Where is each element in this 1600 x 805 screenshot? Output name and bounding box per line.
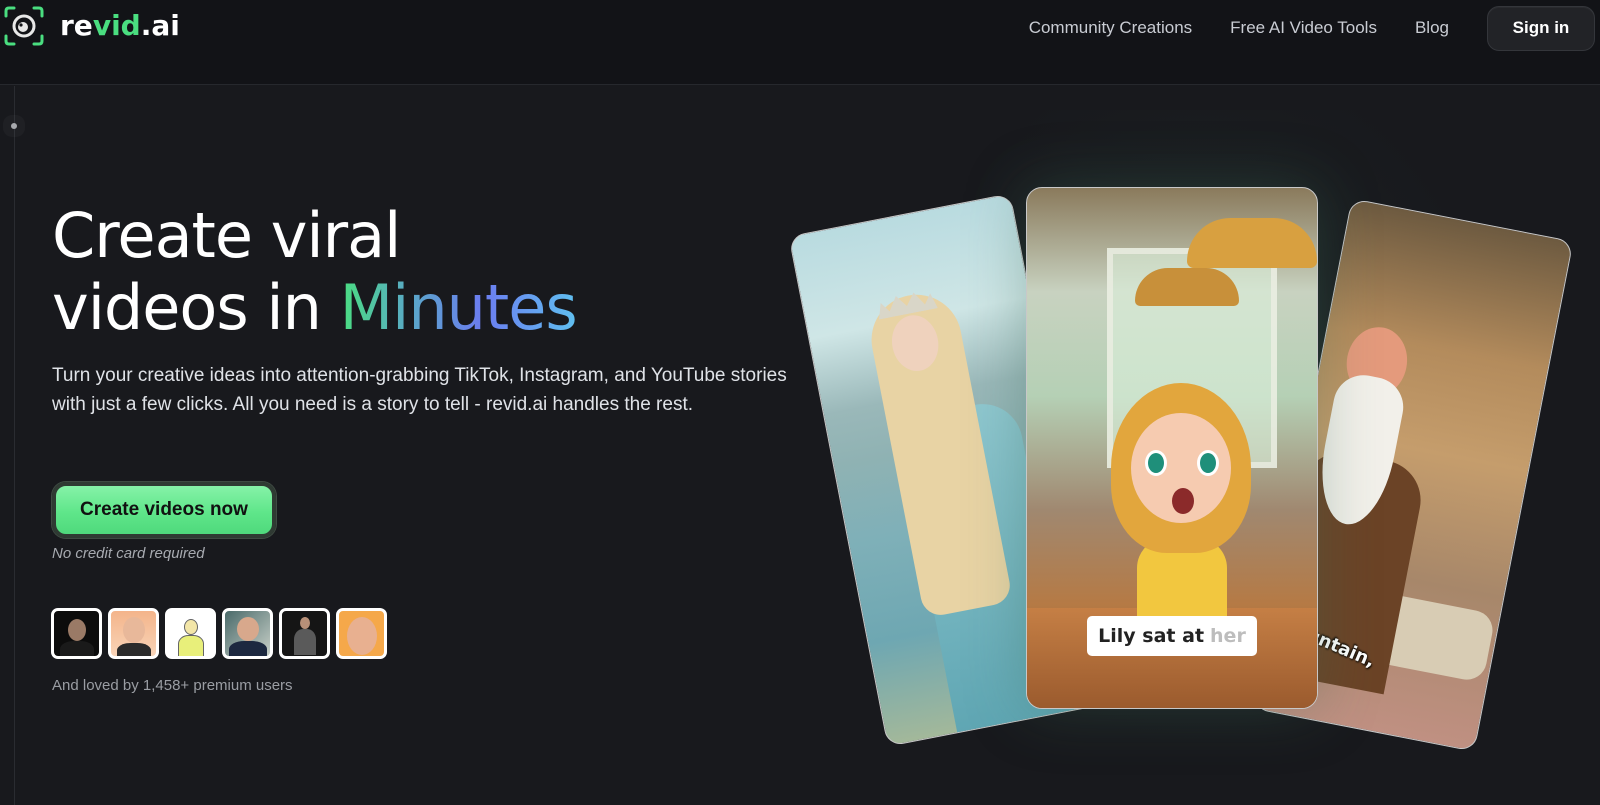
user-avatar-2 — [108, 608, 159, 659]
lamp — [1187, 218, 1317, 268]
timeline-rail — [14, 86, 15, 805]
logo[interactable]: revid.ai — [4, 6, 180, 46]
card-caption: Lily sat at her — [1087, 616, 1257, 656]
user-avatar-3 — [165, 608, 216, 659]
user-avatar-4 — [222, 608, 273, 659]
hero-title-line1: Create viral — [52, 199, 401, 272]
hero-title-highlight: Minutes — [339, 271, 578, 344]
sign-in-button[interactable]: Sign in — [1487, 5, 1595, 51]
nav-community-creations[interactable]: Community Creations — [1029, 18, 1192, 38]
user-avatar-6 — [336, 608, 387, 659]
video-card-lily[interactable]: Lily sat at her — [1026, 187, 1318, 709]
premium-users-count: And loved by 1,458+ premium users — [52, 677, 293, 694]
girl-eye — [1145, 450, 1167, 476]
create-videos-button[interactable]: Create videos now — [52, 482, 276, 538]
brand-name: revid.ai — [60, 9, 180, 42]
user-avatar-5 — [279, 608, 330, 659]
site-header: revid.ai Community Creations Free AI Vid… — [0, 0, 1600, 85]
nav-blog[interactable]: Blog — [1415, 18, 1449, 38]
no-credit-card-note: No credit card required — [52, 545, 205, 562]
hero-subtitle: Turn your creative ideas into attention-… — [52, 365, 787, 415]
user-avatars — [51, 608, 393, 659]
hero-title: Create viral videos in Minutes — [52, 199, 578, 344]
hero-title-line2: videos in — [52, 271, 340, 344]
girl-mouth — [1172, 488, 1194, 514]
girl-eye — [1197, 450, 1219, 476]
nav-free-ai-video-tools[interactable]: Free AI Video Tools — [1230, 18, 1377, 38]
lamp — [1135, 268, 1239, 306]
user-avatar-1 — [51, 608, 102, 659]
main-nav: Community Creations Free AI Video Tools … — [1029, 5, 1600, 51]
timeline-dot — [11, 123, 17, 129]
camera-eye-icon — [4, 6, 44, 46]
